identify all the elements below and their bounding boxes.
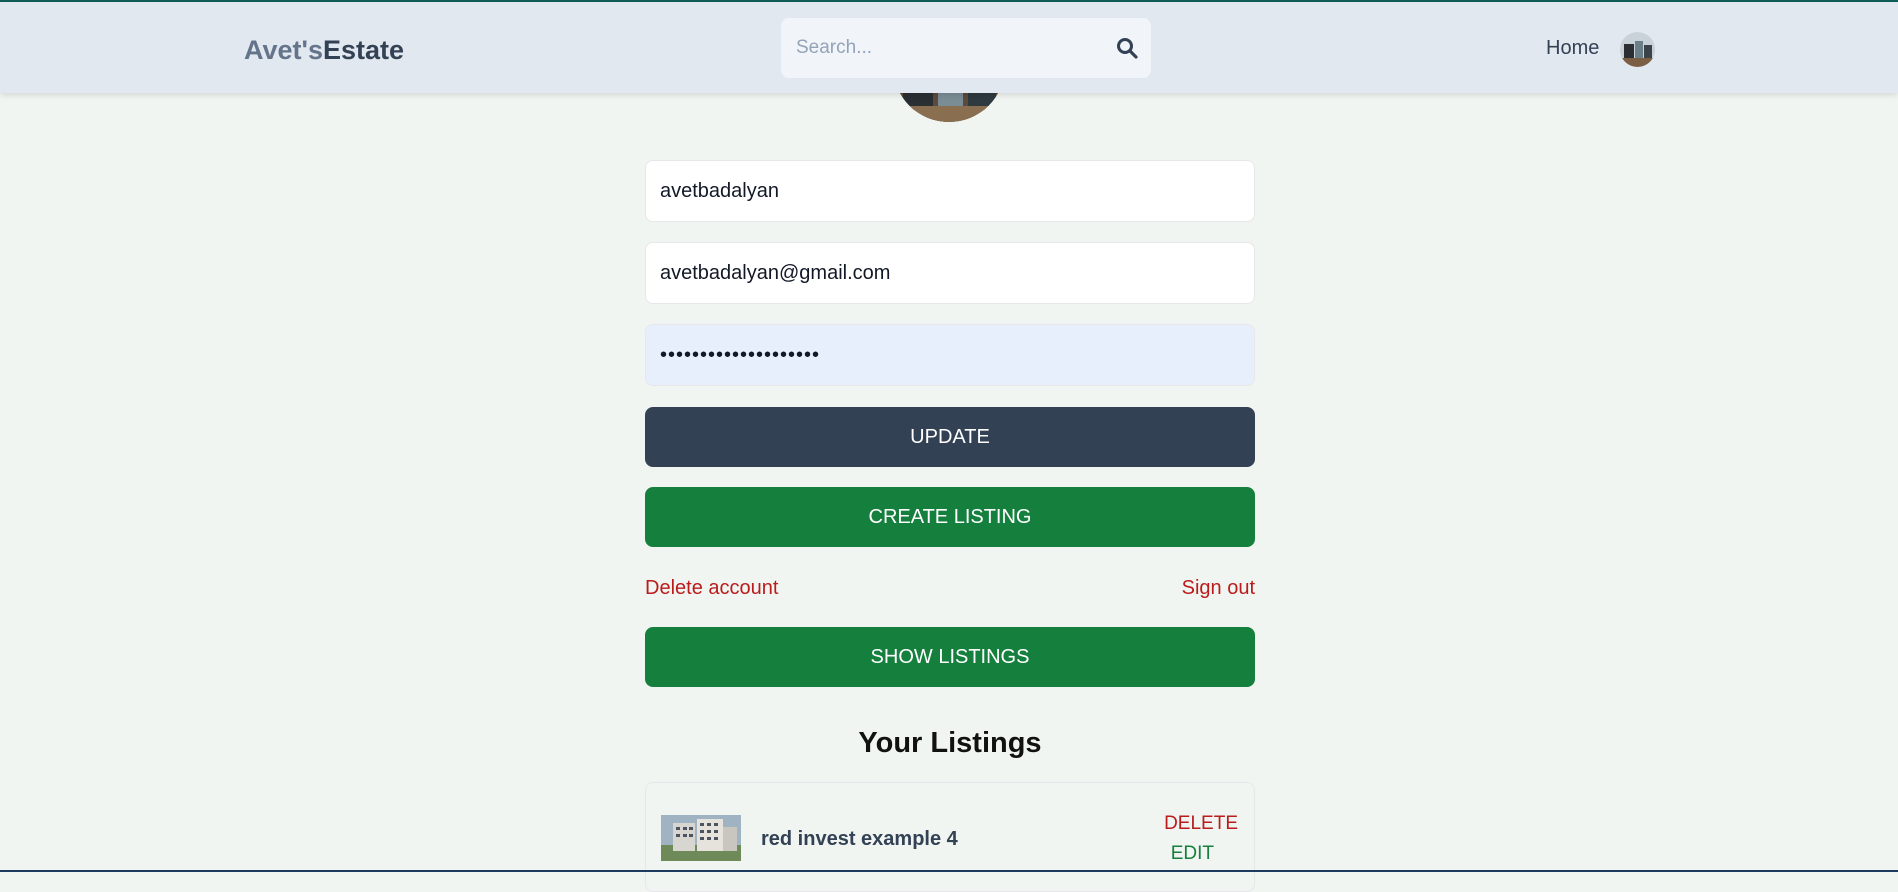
listing-thumbnail[interactable]: [661, 815, 741, 861]
update-button[interactable]: UPDATE: [645, 407, 1255, 467]
email-field[interactable]: [645, 242, 1255, 304]
site-logo[interactable]: Avet'sEstate: [244, 34, 404, 66]
search-bar: [781, 18, 1151, 78]
listings-heading: Your Listings: [858, 727, 1042, 759]
delete-account-link[interactable]: Delete account: [645, 575, 778, 601]
create-listing-button[interactable]: CREATE LISTING: [645, 487, 1255, 547]
search-input[interactable]: [796, 18, 1096, 78]
username-field[interactable]: [645, 160, 1255, 222]
sign-out-link[interactable]: Sign out: [1182, 575, 1255, 601]
password-field[interactable]: [645, 324, 1255, 386]
show-listings-button[interactable]: SHOW LISTINGS: [645, 627, 1255, 687]
listing-edit-button[interactable]: EDIT: [1171, 842, 1214, 866]
listing-delete-button[interactable]: DELETE: [1164, 812, 1238, 836]
logo-part-2: Estate: [322, 35, 405, 65]
logo-part-1: Avet's: [244, 35, 323, 65]
listing-name-link[interactable]: red invest example 4: [761, 826, 958, 852]
top-navbar: Avet'sEstate Home: [0, 2, 1898, 93]
user-avatar-icon[interactable]: [1620, 32, 1655, 67]
listing-image-icon: [661, 815, 741, 861]
search-icon[interactable]: [1115, 36, 1139, 60]
nav-home-link[interactable]: Home: [1546, 35, 1599, 61]
listing-item: red invest example 4 DELETE EDIT: [645, 782, 1255, 892]
